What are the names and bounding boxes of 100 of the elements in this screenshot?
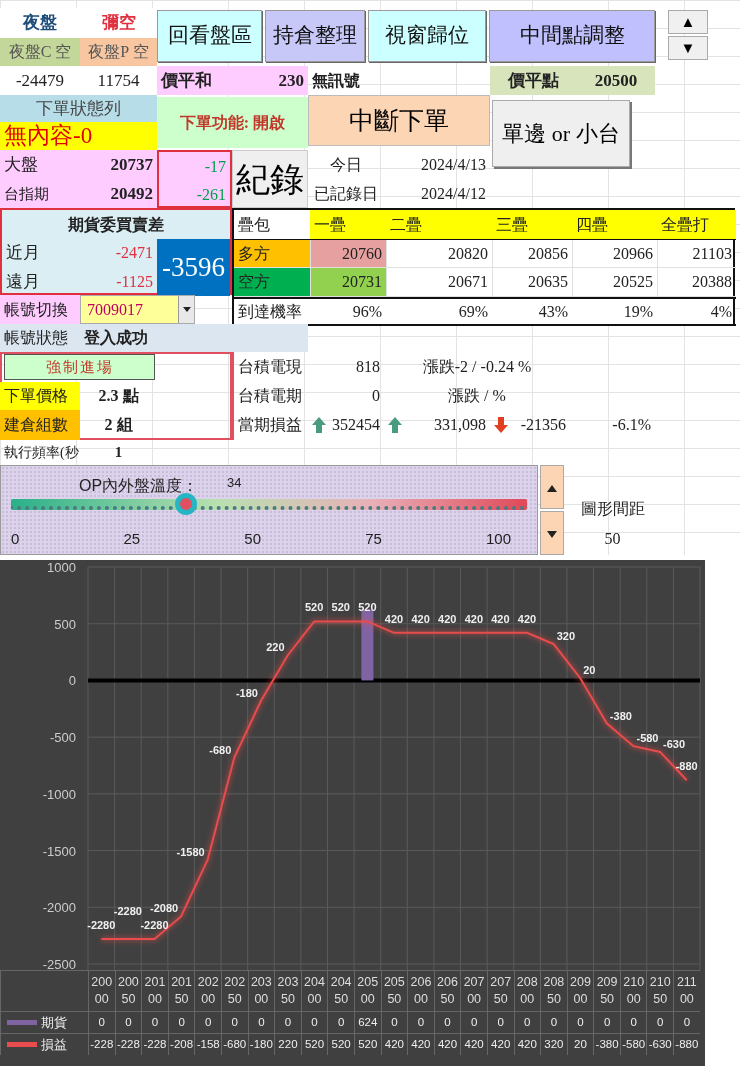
table-cell: -158 <box>194 1033 221 1055</box>
up-arrow-icon <box>312 417 326 433</box>
market-value: 20492 <box>110 183 153 206</box>
axis-label: 21100 <box>673 970 700 1011</box>
call-label: 夜盤C 空 <box>0 38 80 66</box>
pnl-value: 331,098 <box>434 415 486 435</box>
row-label: 空方 <box>234 268 310 297</box>
scroll-down-button[interactable] <box>540 511 564 555</box>
table-cell: -580 <box>619 1033 647 1055</box>
table-cell: 0 <box>220 1011 248 1033</box>
tick-label: 25 <box>123 529 141 549</box>
account-status-label: 帳號狀態 <box>0 324 80 352</box>
table-cell: -228 <box>114 1033 142 1055</box>
table-cell: 520 <box>327 1033 354 1055</box>
axis-label: 20750 <box>486 970 514 1011</box>
stock-value: 818 <box>355 357 381 377</box>
tick-label: 100 <box>485 529 511 549</box>
order-status-value: 無內容-0 <box>0 122 157 150</box>
column-header: 二疊 <box>386 210 492 240</box>
pnl-ratio: -6.1% <box>611 415 652 435</box>
stock-value: 0 <box>371 386 381 406</box>
account-dropdown[interactable]: 7009017 <box>80 295 195 324</box>
table-cell: 0 <box>540 1011 567 1033</box>
legend-label: 損益 <box>41 1036 67 1054</box>
legend-label: 期貨 <box>41 1014 67 1032</box>
table-cell: 20731 <box>310 268 386 297</box>
data-label: 520 <box>331 601 350 614</box>
table-cell: 0 <box>167 1011 195 1033</box>
slider-thumb[interactable] <box>175 493 198 515</box>
data-label: -680 <box>209 743 232 756</box>
axis-label: 500 <box>54 616 76 632</box>
table-cell: 0 <box>486 1011 514 1033</box>
scroll-button[interactable]: ▼ <box>668 36 708 60</box>
table-cell: 420 <box>380 1033 408 1055</box>
table-cell: 0 <box>274 1011 301 1033</box>
table-cell: 69% <box>386 297 492 326</box>
table-cell: 420 <box>460 1033 487 1055</box>
stock-label: 台積電現 <box>232 352 308 382</box>
column-header: 全疊打 <box>657 210 736 240</box>
slider-title: OP內外盤溫度： <box>79 476 199 496</box>
chart-bar <box>361 609 374 681</box>
toolbar-button[interactable]: 持倉整理 <box>265 10 365 62</box>
date-label: 已記錄日 <box>313 184 379 204</box>
toolbar-button[interactable]: 回看盤區 <box>157 10 262 62</box>
axis-label: 20700 <box>460 970 487 1011</box>
night-session-title: 夜盤 <box>0 8 80 38</box>
bid-ask-total: -3596 <box>157 239 230 296</box>
axis-label: 20200 <box>194 970 221 1011</box>
caret-icon <box>182 307 191 312</box>
table-cell: 0 <box>114 1011 142 1033</box>
up-arrow-icon <box>388 417 402 433</box>
axis-label: 20800 <box>513 970 541 1011</box>
down-arrow-icon <box>494 417 508 433</box>
slider-reading: 34 <box>227 474 242 492</box>
toolbar-button[interactable]: 視窗歸位 <box>368 10 486 62</box>
put-value: 11754 <box>80 66 157 95</box>
stop-order-button[interactable]: 中斷下單 <box>308 95 490 146</box>
mode-button[interactable]: 單邊 or 小台 <box>492 100 630 167</box>
scroll-up-button[interactable] <box>540 465 564 509</box>
data-label: 420 <box>464 612 483 625</box>
atm-sum-value: 230 <box>278 69 304 92</box>
table-cell: 0 <box>300 1011 328 1033</box>
table-cell: 20525 <box>572 268 657 297</box>
data-label: 420 <box>384 612 404 625</box>
axis-label: 20950 <box>593 970 620 1011</box>
account-switch-label: 帳號切換 <box>0 295 80 324</box>
table-cell: 0 <box>513 1011 541 1033</box>
table-cell: 0 <box>673 1011 700 1033</box>
data-label: -630 <box>663 737 686 750</box>
data-label: 420 <box>438 612 457 625</box>
up-triangle-icon <box>547 484 557 492</box>
table-cell: 420 <box>486 1033 514 1055</box>
force-entry-button[interactable]: 強制進場 <box>4 354 155 380</box>
axis-label: -500 <box>49 730 76 746</box>
data-label: 220 <box>266 641 285 654</box>
data-label: -580 <box>636 732 659 745</box>
setting-value: 1 <box>113 443 124 463</box>
record-button[interactable]: 紀錄 <box>232 150 308 208</box>
axis-label: -2000 <box>42 900 76 916</box>
column-header: 一疊 <box>310 210 386 240</box>
table-cell: 0 <box>460 1011 487 1033</box>
table-cell: 20856 <box>492 240 572 268</box>
table-cell: 20820 <box>386 240 492 268</box>
tick-label: 75 <box>365 529 382 549</box>
scroll-button[interactable]: ▲ <box>668 10 708 34</box>
table-cell: 0 <box>646 1011 674 1033</box>
market-label: 大盤 <box>4 154 38 177</box>
data-label: 20 <box>583 664 596 677</box>
axis-label: 20600 <box>407 970 434 1011</box>
signal-status: 無訊號 <box>311 70 361 91</box>
data-label: 420 <box>411 612 430 625</box>
axis-label: 20900 <box>566 970 594 1011</box>
toolbar-button[interactable]: 中間點調整 <box>489 10 655 62</box>
table-cell: 0 <box>619 1011 647 1033</box>
table-cell: -208 <box>167 1033 195 1055</box>
axis-label: 21050 <box>646 970 674 1011</box>
table-cell: 0 <box>433 1011 461 1033</box>
market-change: -261 <box>195 184 227 205</box>
order-status-title: 下單狀態列 <box>0 95 157 122</box>
atm-strike-label: 價平點 <box>507 69 559 92</box>
